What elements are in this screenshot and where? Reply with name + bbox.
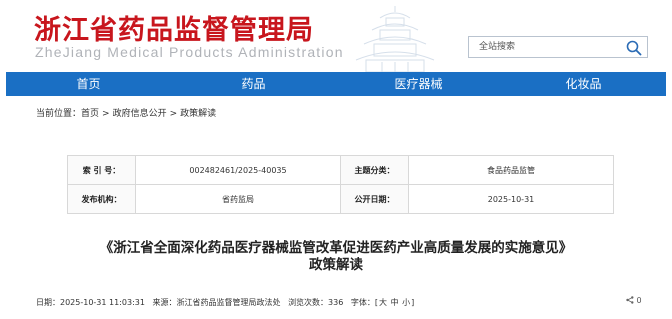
table-row: 发布机构： 省药监局 公开日期： 2025-10-31 xyxy=(67,184,614,214)
site-logo-subtitle: ZheJiang Medical Products Administration xyxy=(35,44,344,60)
publish-date-value: 2025-10-31 xyxy=(408,184,614,214)
site-logo-title[interactable]: 浙江省药品监督管理局 xyxy=(34,8,314,47)
breadcrumb-separator: > xyxy=(169,109,178,119)
view-count: 浏览次数：336 xyxy=(288,298,344,307)
search-icon[interactable] xyxy=(625,39,643,57)
site-header: 浙江省药品监督管理局 ZheJiang Medical Products Adm… xyxy=(0,0,672,72)
font-size-label: 字体：[ xyxy=(350,298,379,307)
publish-date-label: 公开日期： xyxy=(340,184,409,214)
breadcrumb-separator: > xyxy=(102,109,110,119)
font-size-close-bracket: ] xyxy=(411,298,415,307)
search-box xyxy=(468,36,648,58)
article-title: 《浙江省全面深化药品医疗器械监管改革促进医药产业高质量发展的实施意见》 政策解读 xyxy=(20,240,652,274)
category-label: 主题分类： xyxy=(340,155,409,185)
issuer-label: 发布机构： xyxy=(67,184,136,214)
font-size-medium-button[interactable]: 中 xyxy=(391,298,399,307)
nav-item-cosmetics[interactable]: 化妆品 xyxy=(501,72,666,96)
breadcrumb-item-home[interactable]: 首页 xyxy=(81,109,99,119)
breadcrumb: 当前位置：首页 > 政府信息公开 > 政策解读 xyxy=(36,106,219,119)
font-size-control: 字体：[大 中 小] xyxy=(351,298,415,307)
search-input[interactable] xyxy=(469,37,619,57)
table-row: 索 引 号： 002482461/2025-40035 主题分类： 食品药品监管 xyxy=(67,155,614,185)
article-source: 来源：浙江省药品监督管理局政法处 xyxy=(152,298,281,307)
font-size-large-button[interactable]: 大 xyxy=(379,298,387,307)
breadcrumb-prefix: 当前位置： xyxy=(36,109,82,119)
main-nav: 首页 药品 医疗器械 化妆品 xyxy=(6,72,666,96)
breadcrumb-item-policy-interpretation[interactable]: 政策解读 xyxy=(180,109,216,119)
nav-item-home[interactable]: 首页 xyxy=(6,72,171,96)
nav-item-drugs[interactable]: 药品 xyxy=(171,72,336,96)
nav-item-medical-devices[interactable]: 医疗器械 xyxy=(336,72,501,96)
pagoda-decoration-icon xyxy=(355,6,435,72)
share-button[interactable]: 0 xyxy=(626,296,642,305)
share-icon xyxy=(626,296,634,304)
index-number-value: 002482461/2025-40035 xyxy=(135,155,341,185)
document-info-table: 索 引 号： 002482461/2025-40035 主题分类： 食品药品监管… xyxy=(67,155,614,214)
font-size-small-button[interactable]: 小 xyxy=(402,298,410,307)
issuer-value: 省药监局 xyxy=(135,184,341,214)
article-title-line2: 政策解读 xyxy=(309,257,363,273)
article-date: 日期：2025-10-31 11:03:31 xyxy=(36,298,145,307)
share-count: 0 xyxy=(636,296,642,305)
index-number-label: 索 引 号： xyxy=(67,155,136,185)
article-meta: 日期：2025-10-31 11:03:31 来源：浙江省药品监督管理局政法处 … xyxy=(36,297,420,308)
breadcrumb-item-gov-info[interactable]: 政府信息公开 xyxy=(113,109,167,119)
article-title-line1: 《浙江省全面深化药品医疗器械监管改革促进医药产业高质量发展的实施意见》 xyxy=(99,240,573,256)
category-value: 食品药品监管 xyxy=(408,155,614,185)
